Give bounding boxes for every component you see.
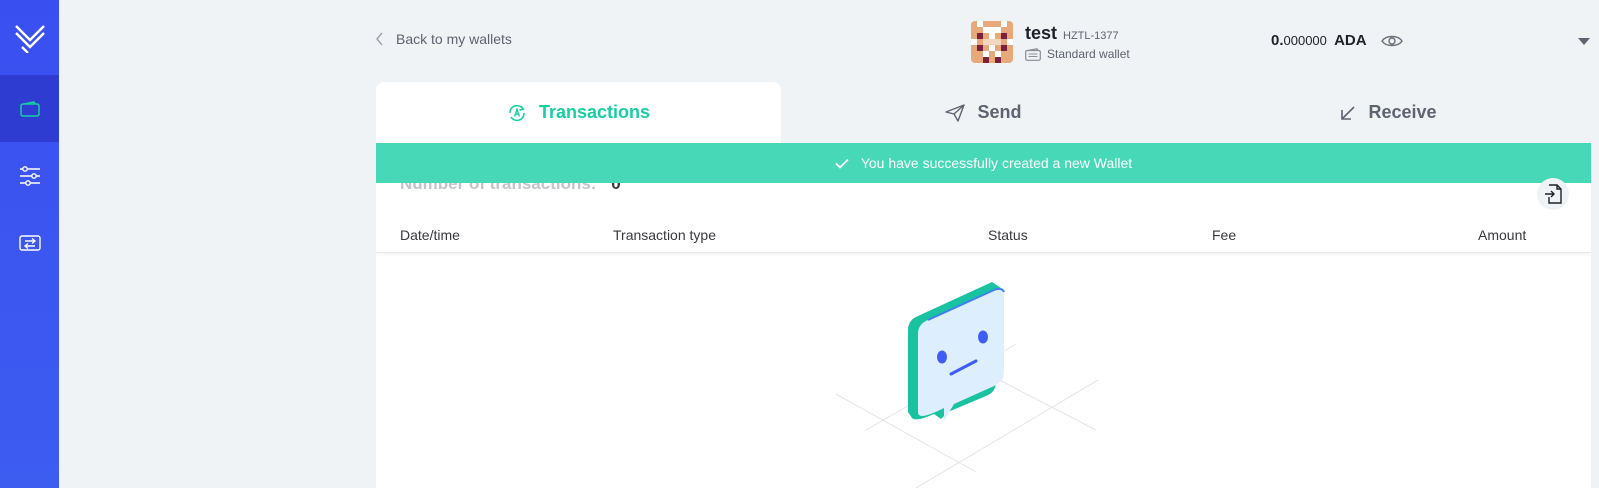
balance-decimals: 000000 <box>1283 33 1327 48</box>
wallet-plate: HZTL-1377 <box>1063 30 1119 42</box>
chevron-down-icon[interactable] <box>1578 38 1590 46</box>
balance-integer: 0. <box>1271 32 1284 49</box>
transfer-icon <box>18 234 41 251</box>
column-header-status: Status <box>988 227 1028 243</box>
settings-sliders-icon <box>19 165 40 186</box>
success-notification: You have successfully created a new Wall… <box>376 143 1591 183</box>
transactions-icon <box>509 104 525 121</box>
wallet-main-card: Transactions Send Receive Number of tran… <box>376 82 1591 488</box>
tab-receive[interactable]: Receive <box>1186 82 1591 143</box>
wallet-avatar <box>971 21 1013 63</box>
wallet-type: Standard wallet <box>1047 47 1130 61</box>
tab-send[interactable]: Send <box>781 82 1186 143</box>
transactions-table-header: Date/time Transaction type Status Fee Am… <box>376 223 1591 253</box>
column-header-fee: Fee <box>1212 227 1237 243</box>
send-icon <box>945 103 966 122</box>
wallet-type-icon <box>1025 47 1041 61</box>
no-transactions-illustration <box>836 282 1099 488</box>
wallet-balance: 0.000000 ADA <box>1271 32 1403 49</box>
checkmark-icon <box>835 158 849 169</box>
tab-transactions-label: Transactions <box>538 102 651 122</box>
yoroi-logo-icon[interactable] <box>0 0 59 75</box>
column-header-datetime: Date/time <box>400 227 460 243</box>
wallet-info: test HZTL-1377 Standard wallet <box>971 21 1130 63</box>
sidebar-item-settings[interactable] <box>0 142 59 209</box>
tab-receive-label: Receive <box>1368 102 1437 122</box>
tab-send-label: Send <box>977 102 1022 122</box>
wallet-icon <box>19 100 40 117</box>
success-notification-text: You have successfully created a new Wall… <box>860 155 1133 171</box>
back-to-wallets-link[interactable]: Back to my wallets <box>375 31 512 47</box>
sidebar-item-wallets[interactable] <box>0 75 59 142</box>
export-file-icon <box>1545 184 1562 204</box>
wallet-name: test <box>1025 23 1058 43</box>
eye-icon[interactable] <box>1380 34 1403 48</box>
column-header-amount: Amount <box>1478 227 1527 243</box>
back-label: Back to my wallets <box>396 31 512 47</box>
column-header-transaction-type: Transaction type <box>613 227 716 243</box>
receive-icon <box>1341 105 1356 120</box>
wallet-tabs: Transactions Send Receive <box>376 82 1591 143</box>
chevron-left-icon <box>376 32 383 46</box>
export-transactions-button[interactable] <box>1537 178 1569 210</box>
balance-currency: ADA <box>1334 32 1367 49</box>
sidebar-item-transfer[interactable] <box>0 209 59 276</box>
tab-transactions[interactable]: Transactions <box>376 82 781 143</box>
sidebar <box>0 0 59 488</box>
